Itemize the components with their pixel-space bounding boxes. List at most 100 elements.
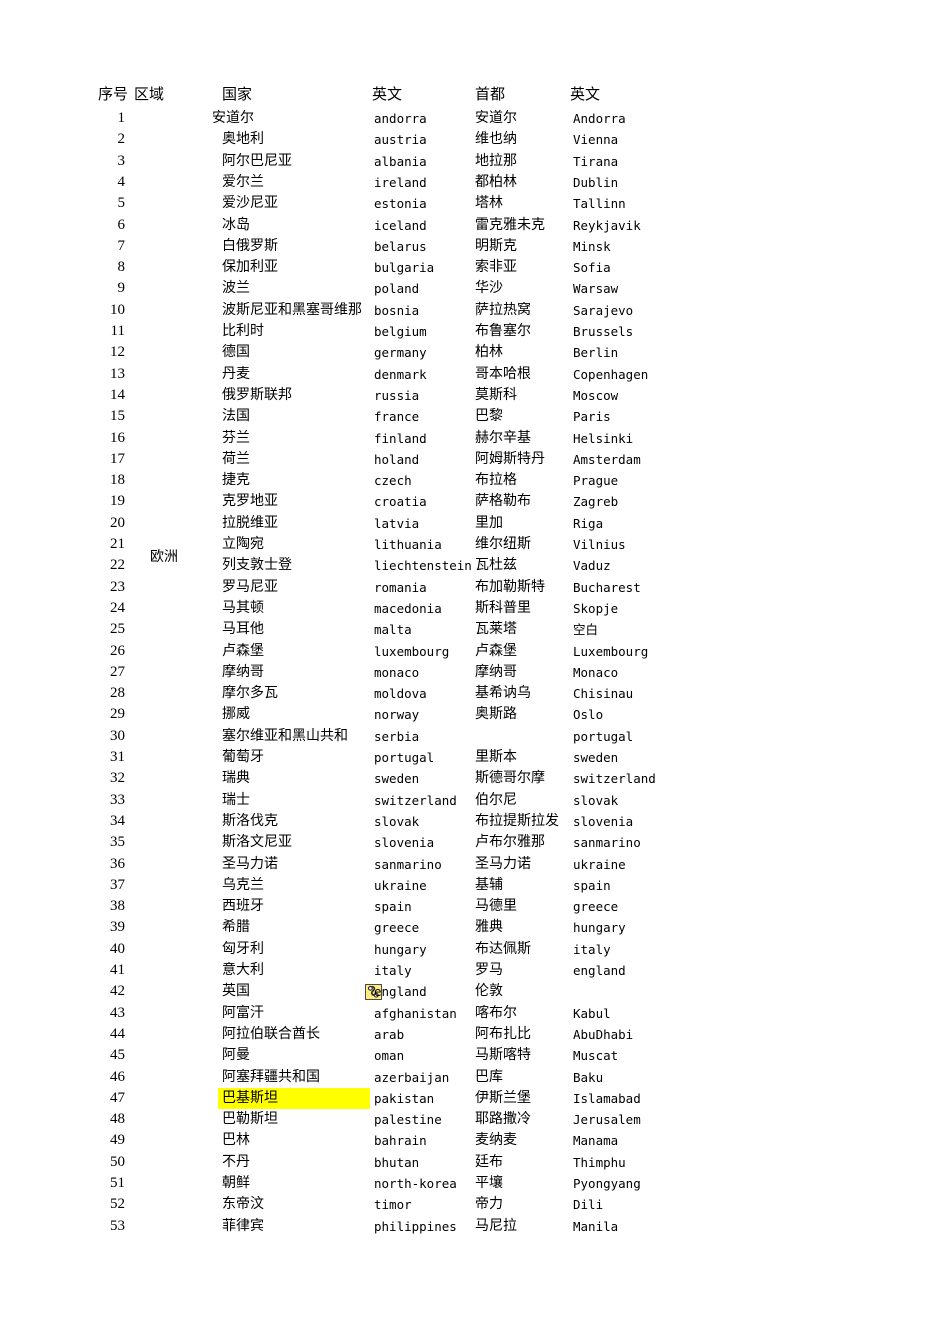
cell-capital[interactable]: 基希讷乌 [475,683,571,704]
table-row[interactable]: 42 英国 england 伦敦 [0,981,945,1002]
cell-seq[interactable]: 35 [0,832,125,853]
table-row[interactable]: 41 意大利 italy 罗马 england [0,960,945,981]
cell-seq[interactable]: 28 [0,683,125,704]
cell-country[interactable]: 阿富汗 [222,1003,372,1024]
cell-seq[interactable]: 24 [0,598,125,619]
table-row[interactable]: 51 朝鲜 north-korea 平壤 Pyongyang [0,1173,945,1194]
cell-seq[interactable]: 46 [0,1067,125,1088]
cell-country[interactable]: 瑞士 [222,790,372,811]
cell-capital[interactable]: 布鲁塞尔 [475,321,571,342]
table-row[interactable]: 15 法国 france 巴黎 Paris [0,406,945,427]
cell-seq[interactable]: 9 [0,278,126,299]
cell-capital-en[interactable]: Riga [573,513,713,534]
table-row[interactable]: 40 匈牙利 hungary 布达佩斯 italy [0,939,945,960]
cell-country[interactable]: 爱尔兰 [222,172,372,193]
cell-capital[interactable]: 斯德哥尔摩 [475,768,571,789]
cell-country-en[interactable]: latvia [374,513,474,534]
table-row[interactable]: 53 菲律宾 philippines 马尼拉 Manila [0,1216,945,1237]
cell-seq[interactable]: 23 [0,577,125,598]
cell-capital-en[interactable]: Tirana [573,151,713,172]
cell-capital-en[interactable]: italy [573,939,713,960]
cell-capital-en[interactable]: portugal [573,726,713,747]
cell-seq[interactable]: 43 [0,1003,125,1024]
cell-country[interactable]: 冰岛 [222,215,372,236]
cell-country[interactable]: 丹麦 [222,364,372,385]
cell-capital-en[interactable]: Oslo [573,704,713,725]
cell-seq[interactable]: 12 [0,342,125,363]
cell-country[interactable]: 斯洛文尼亚 [222,832,372,853]
cell-capital[interactable]: 布加勒斯特 [475,577,571,598]
table-row[interactable]: 32 瑞典 sweden 斯德哥尔摩 switzerland [0,768,945,789]
cell-country-en[interactable]: malta [374,619,474,640]
cell-capital[interactable]: 维也纳 [475,129,571,150]
cell-country[interactable]: 塞尔维亚和黑山共和 [222,726,372,747]
cell-capital[interactable]: 巴黎 [475,406,571,427]
table-row[interactable]: 26 卢森堡 luxembourg 卢森堡 Luxembourg [0,641,945,662]
cell-seq[interactable]: 27 [0,662,125,683]
cell-capital[interactable]: 地拉那 [475,151,571,172]
table-row[interactable]: 24 马其顿 macedonia 斯科普里 Skopje [0,598,945,619]
table-row[interactable]: 36 圣马力诺 sanmarino 圣马力诺 ukraine [0,854,945,875]
cell-country[interactable]: 白俄罗斯 [222,236,372,257]
table-row[interactable]: 35 斯洛文尼亚 slovenia 卢布尔雅那 sanmarino [0,832,945,853]
cell-country-en[interactable]: timor [374,1194,474,1215]
cell-capital-en[interactable]: Monaco [573,662,713,683]
cell-country[interactable]: 菲律宾 [222,1216,372,1237]
table-row[interactable]: 4 爱尔兰 ireland 都柏林 Dublin [0,172,945,193]
cell-capital-en[interactable]: switzerland [573,768,713,789]
cell-capital-en[interactable]: slovak [573,790,713,811]
cell-seq[interactable]: 47 [0,1088,125,1109]
cell-country[interactable]: 西班牙 [222,896,372,917]
cell-seq[interactable]: 19 [0,491,125,512]
cell-country-en[interactable]: sanmarino [374,854,474,875]
cell-country-en[interactable]: pakistan [374,1088,474,1109]
cell-country-en[interactable]: albania [374,151,474,172]
cell-seq[interactable]: 40 [0,939,125,960]
cell-capital-en[interactable]: Paris [573,406,713,427]
cell-seq[interactable]: 50 [0,1152,125,1173]
cell-country-en[interactable]: bulgaria [374,257,474,278]
cell-capital-en[interactable]: Berlin [573,342,713,363]
cell-country[interactable]: 安道尔 [212,108,362,129]
cell-country-en[interactable]: slovenia [374,832,474,853]
cell-capital-en[interactable]: Sarajevo [573,300,713,321]
cell-seq[interactable]: 7 [0,236,126,257]
cell-capital-en[interactable]: Warsaw [573,278,713,299]
cell-seq[interactable]: 10 [0,300,125,321]
cell-country[interactable]: 东帝汶 [222,1194,372,1215]
cell-capital-en[interactable]: Amsterdam [573,449,713,470]
table-row[interactable]: 39 希腊 greece 雅典 hungary [0,917,945,938]
cell-country[interactable]: 不丹 [222,1152,372,1173]
cell-seq[interactable]: 38 [0,896,125,917]
cell-seq[interactable]: 44 [0,1024,125,1045]
cell-country[interactable]: 意大利 [222,960,372,981]
cell-country-en[interactable]: ukraine [374,875,474,896]
cell-country[interactable]: 阿尔巴尼亚 [222,151,372,172]
cell-capital-en[interactable]: Bucharest [573,577,713,598]
cell-capital-en[interactable]: Vaduz [573,555,713,576]
cell-country-en[interactable]: belarus [374,236,474,257]
cell-seq[interactable]: 3 [0,151,126,172]
table-row[interactable]: 22 列支敦士登 liechtenstein 瓦杜兹 Vaduz [0,555,945,576]
cell-country[interactable]: 波兰 [222,278,372,299]
table-row[interactable]: 45 阿曼 oman 马斯喀特 Muscat [0,1045,945,1066]
cell-seq[interactable]: 21 [0,534,125,555]
cell-capital-en[interactable]: Dublin [573,172,713,193]
table-row[interactable]: 29 挪威 norway 奥斯路 Oslo [0,704,945,725]
cell-capital[interactable]: 廷布 [475,1152,571,1173]
table-row[interactable]: 13 丹麦 denmark 哥本哈根 Copenhagen [0,364,945,385]
cell-country[interactable]: 捷克 [222,470,372,491]
cell-capital[interactable]: 都柏林 [475,172,571,193]
cell-seq[interactable]: 51 [0,1173,125,1194]
cell-capital-en[interactable]: Prague [573,470,713,491]
cell-country-en[interactable]: czech [374,470,474,491]
table-row[interactable]: 52 东帝汶 timor 帝力 Dili [0,1194,945,1215]
cell-capital[interactable]: 马德里 [475,896,571,917]
cell-seq[interactable]: 29 [0,704,125,725]
cell-seq[interactable]: 49 [0,1130,125,1151]
cell-capital[interactable]: 维尔纽斯 [475,534,571,555]
cell-country-en[interactable]: north-korea [374,1173,474,1194]
table-row[interactable]: 5 爱沙尼亚 estonia 塔林 Tallinn [0,193,945,214]
cell-capital-en[interactable]: ukraine [573,854,713,875]
cell-seq[interactable]: 32 [0,768,125,789]
